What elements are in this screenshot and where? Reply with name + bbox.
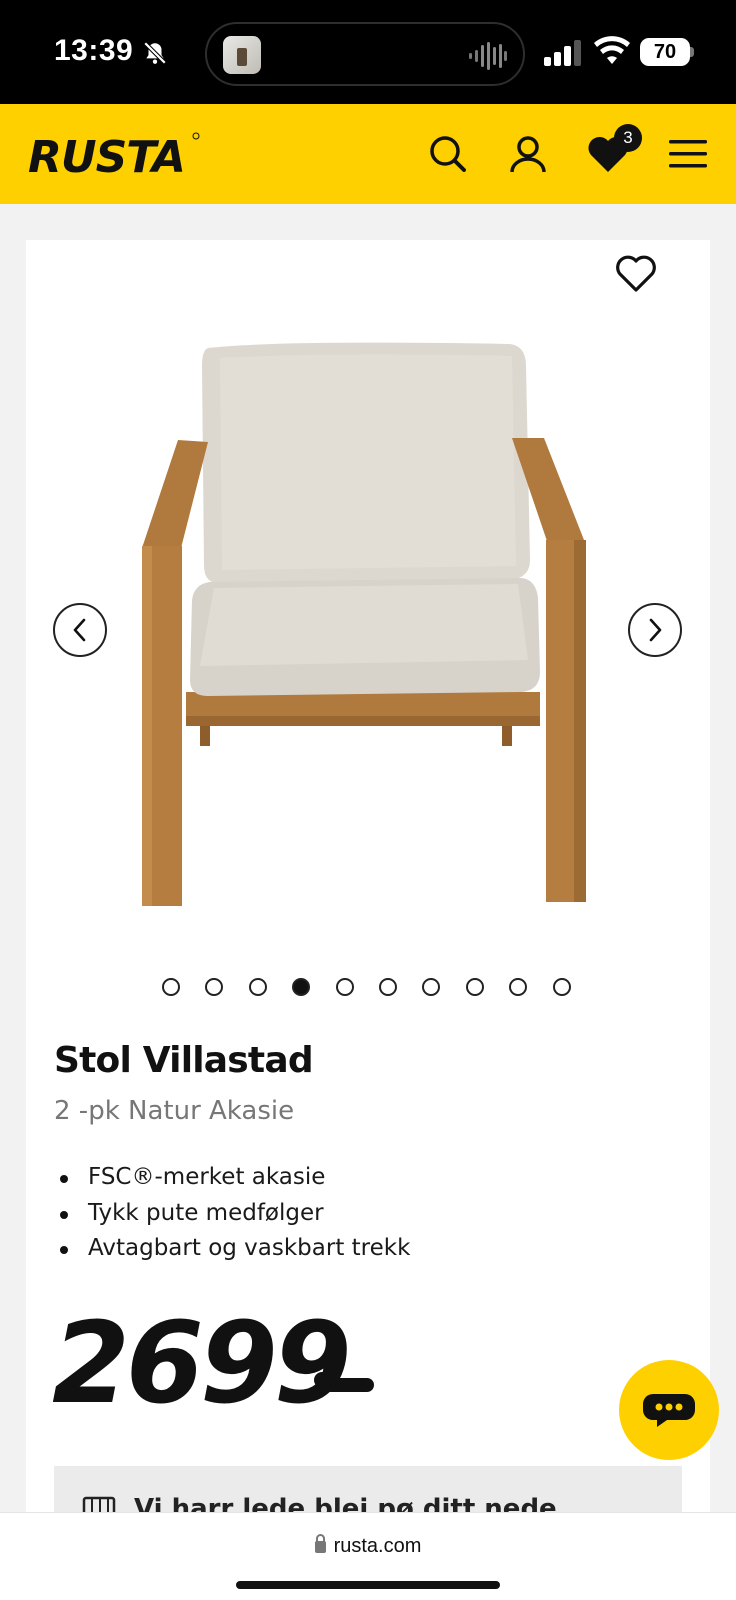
chat-bubble-icon [643, 1394, 695, 1427]
add-to-favorites-icon[interactable] [614, 254, 658, 294]
chevron-right-icon [649, 618, 662, 642]
product-subtitle: 2 -pk Natur Akasie [54, 1096, 295, 1126]
carousel-dot[interactable] [509, 978, 528, 996]
signal-icon [544, 40, 581, 66]
product-price: 2699 [52, 1304, 374, 1424]
home-indicator[interactable] [236, 1581, 500, 1589]
carousel-dot[interactable] [552, 978, 571, 996]
product-title: Stol Villastad [54, 1040, 314, 1081]
lock-icon [314, 1534, 326, 1553]
carousel-dot[interactable] [378, 978, 397, 996]
feature-item: Avtagbart og vaskbart trekk [58, 1231, 410, 1267]
rusta-logo[interactable]: RUSTA [26, 124, 202, 186]
account-icon[interactable] [506, 132, 550, 176]
wishlist-count-badge: 3 [614, 124, 642, 152]
feature-item: FSC®-merket akasie [58, 1160, 410, 1196]
product-image-chair[interactable] [130, 330, 610, 930]
wifi-icon [594, 36, 630, 64]
feature-list: FSC®-merket akasie Tykk pute medfølger A… [58, 1160, 410, 1267]
carousel-dot[interactable] [248, 978, 267, 996]
chevron-left-icon [73, 618, 86, 642]
feature-item: Tykk pute medfølger [58, 1196, 410, 1232]
carousel-dot[interactable] [292, 978, 311, 996]
site-header: RUSTA 3 [0, 104, 736, 204]
carousel-dots [162, 978, 571, 998]
carousel-dot[interactable] [335, 978, 354, 996]
now-playing-thumbnail [223, 36, 261, 74]
url-text: rusta.com [333, 1535, 422, 1557]
carousel-dot[interactable] [465, 978, 484, 996]
status-bar: 13:39 70 [0, 0, 736, 104]
carousel-dot[interactable] [205, 978, 224, 996]
carousel-next-button[interactable] [628, 603, 682, 657]
dynamic-island[interactable] [205, 22, 525, 86]
svg-text:RUSTA: RUSTA [28, 132, 185, 183]
audio-waveform-icon [469, 42, 507, 70]
carousel-dot[interactable] [162, 978, 180, 996]
chat-button[interactable] [619, 1360, 719, 1460]
battery-level: 70 [640, 38, 690, 66]
status-time: 13:39 [54, 34, 134, 67]
url-display[interactable]: rusta.com [0, 1534, 736, 1558]
price-value: 2699 [52, 1299, 352, 1429]
carousel-prev-button[interactable] [53, 603, 107, 657]
carousel-dot[interactable] [422, 978, 441, 996]
menu-icon[interactable] [666, 132, 710, 176]
search-icon[interactable] [426, 132, 470, 176]
bell-slash-icon [143, 41, 167, 65]
browser-url-bar[interactable]: rusta.com [0, 1512, 736, 1600]
battery-icon: 70 [640, 38, 694, 66]
